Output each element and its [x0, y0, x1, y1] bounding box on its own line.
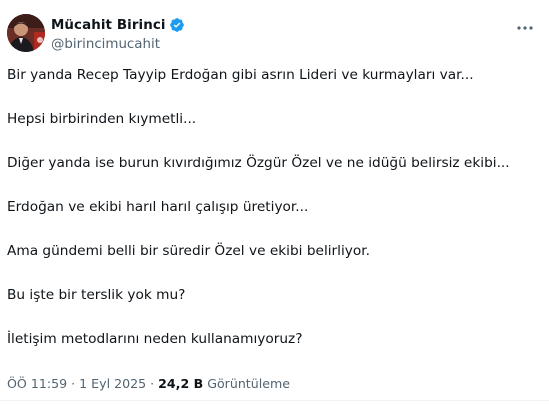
author-name-row: Mücahit Birinci	[51, 15, 185, 35]
tweet-paragraph: Bu işte bir terslik yok mu?	[7, 287, 186, 303]
author-display-name[interactable]: Mücahit Birinci	[51, 18, 166, 33]
tweet-date[interactable]: 1 Eyl 2025	[79, 376, 146, 391]
author-handle[interactable]: @birincimucahit	[51, 37, 185, 52]
tweet-header: Mücahit Birinci @birincimucahit	[7, 14, 539, 58]
separator: ·	[150, 376, 155, 391]
tweet-paragraph: Erdoğan ve ekibi harıl harıl çalışıp üre…	[7, 199, 309, 215]
divider	[0, 400, 549, 401]
tweet-paragraph: Hepsi birbirinden kıymetli...	[7, 111, 197, 127]
tweet: Mücahit Birinci @birincimucahit Bir yand…	[0, 0, 549, 405]
tweet-paragraph: İletişim metodlarını neden kullanamıyoru…	[7, 331, 303, 347]
tweet-paragraph: Bir yanda Recep Tayyip Erdoğan gibi asrı…	[7, 67, 474, 83]
tweet-metadata: ÖÖ 11:59 · 1 Eyl 2025 · 24,2 B Görüntüle…	[7, 376, 290, 391]
verified-badge-icon[interactable]	[169, 17, 185, 33]
tweet-time[interactable]: ÖÖ 11:59	[7, 376, 67, 391]
views-count: 24,2 B	[158, 376, 204, 391]
separator: ·	[71, 376, 76, 391]
tweet-paragraph: Diğer yanda ise burun kıvırdığımız Özgür…	[7, 155, 510, 171]
author-block: Mücahit Birinci @birincimucahit	[51, 15, 185, 52]
more-horizontal-icon[interactable]	[515, 20, 535, 34]
tweet-text: Bir yanda Recep Tayyip Erdoğan gibi asrı…	[7, 66, 539, 374]
tweet-paragraph: Ama gündemi belli bir süredir Özel ve ek…	[7, 243, 370, 259]
avatar[interactable]	[7, 14, 45, 52]
views-label: Görüntüleme	[207, 376, 290, 391]
